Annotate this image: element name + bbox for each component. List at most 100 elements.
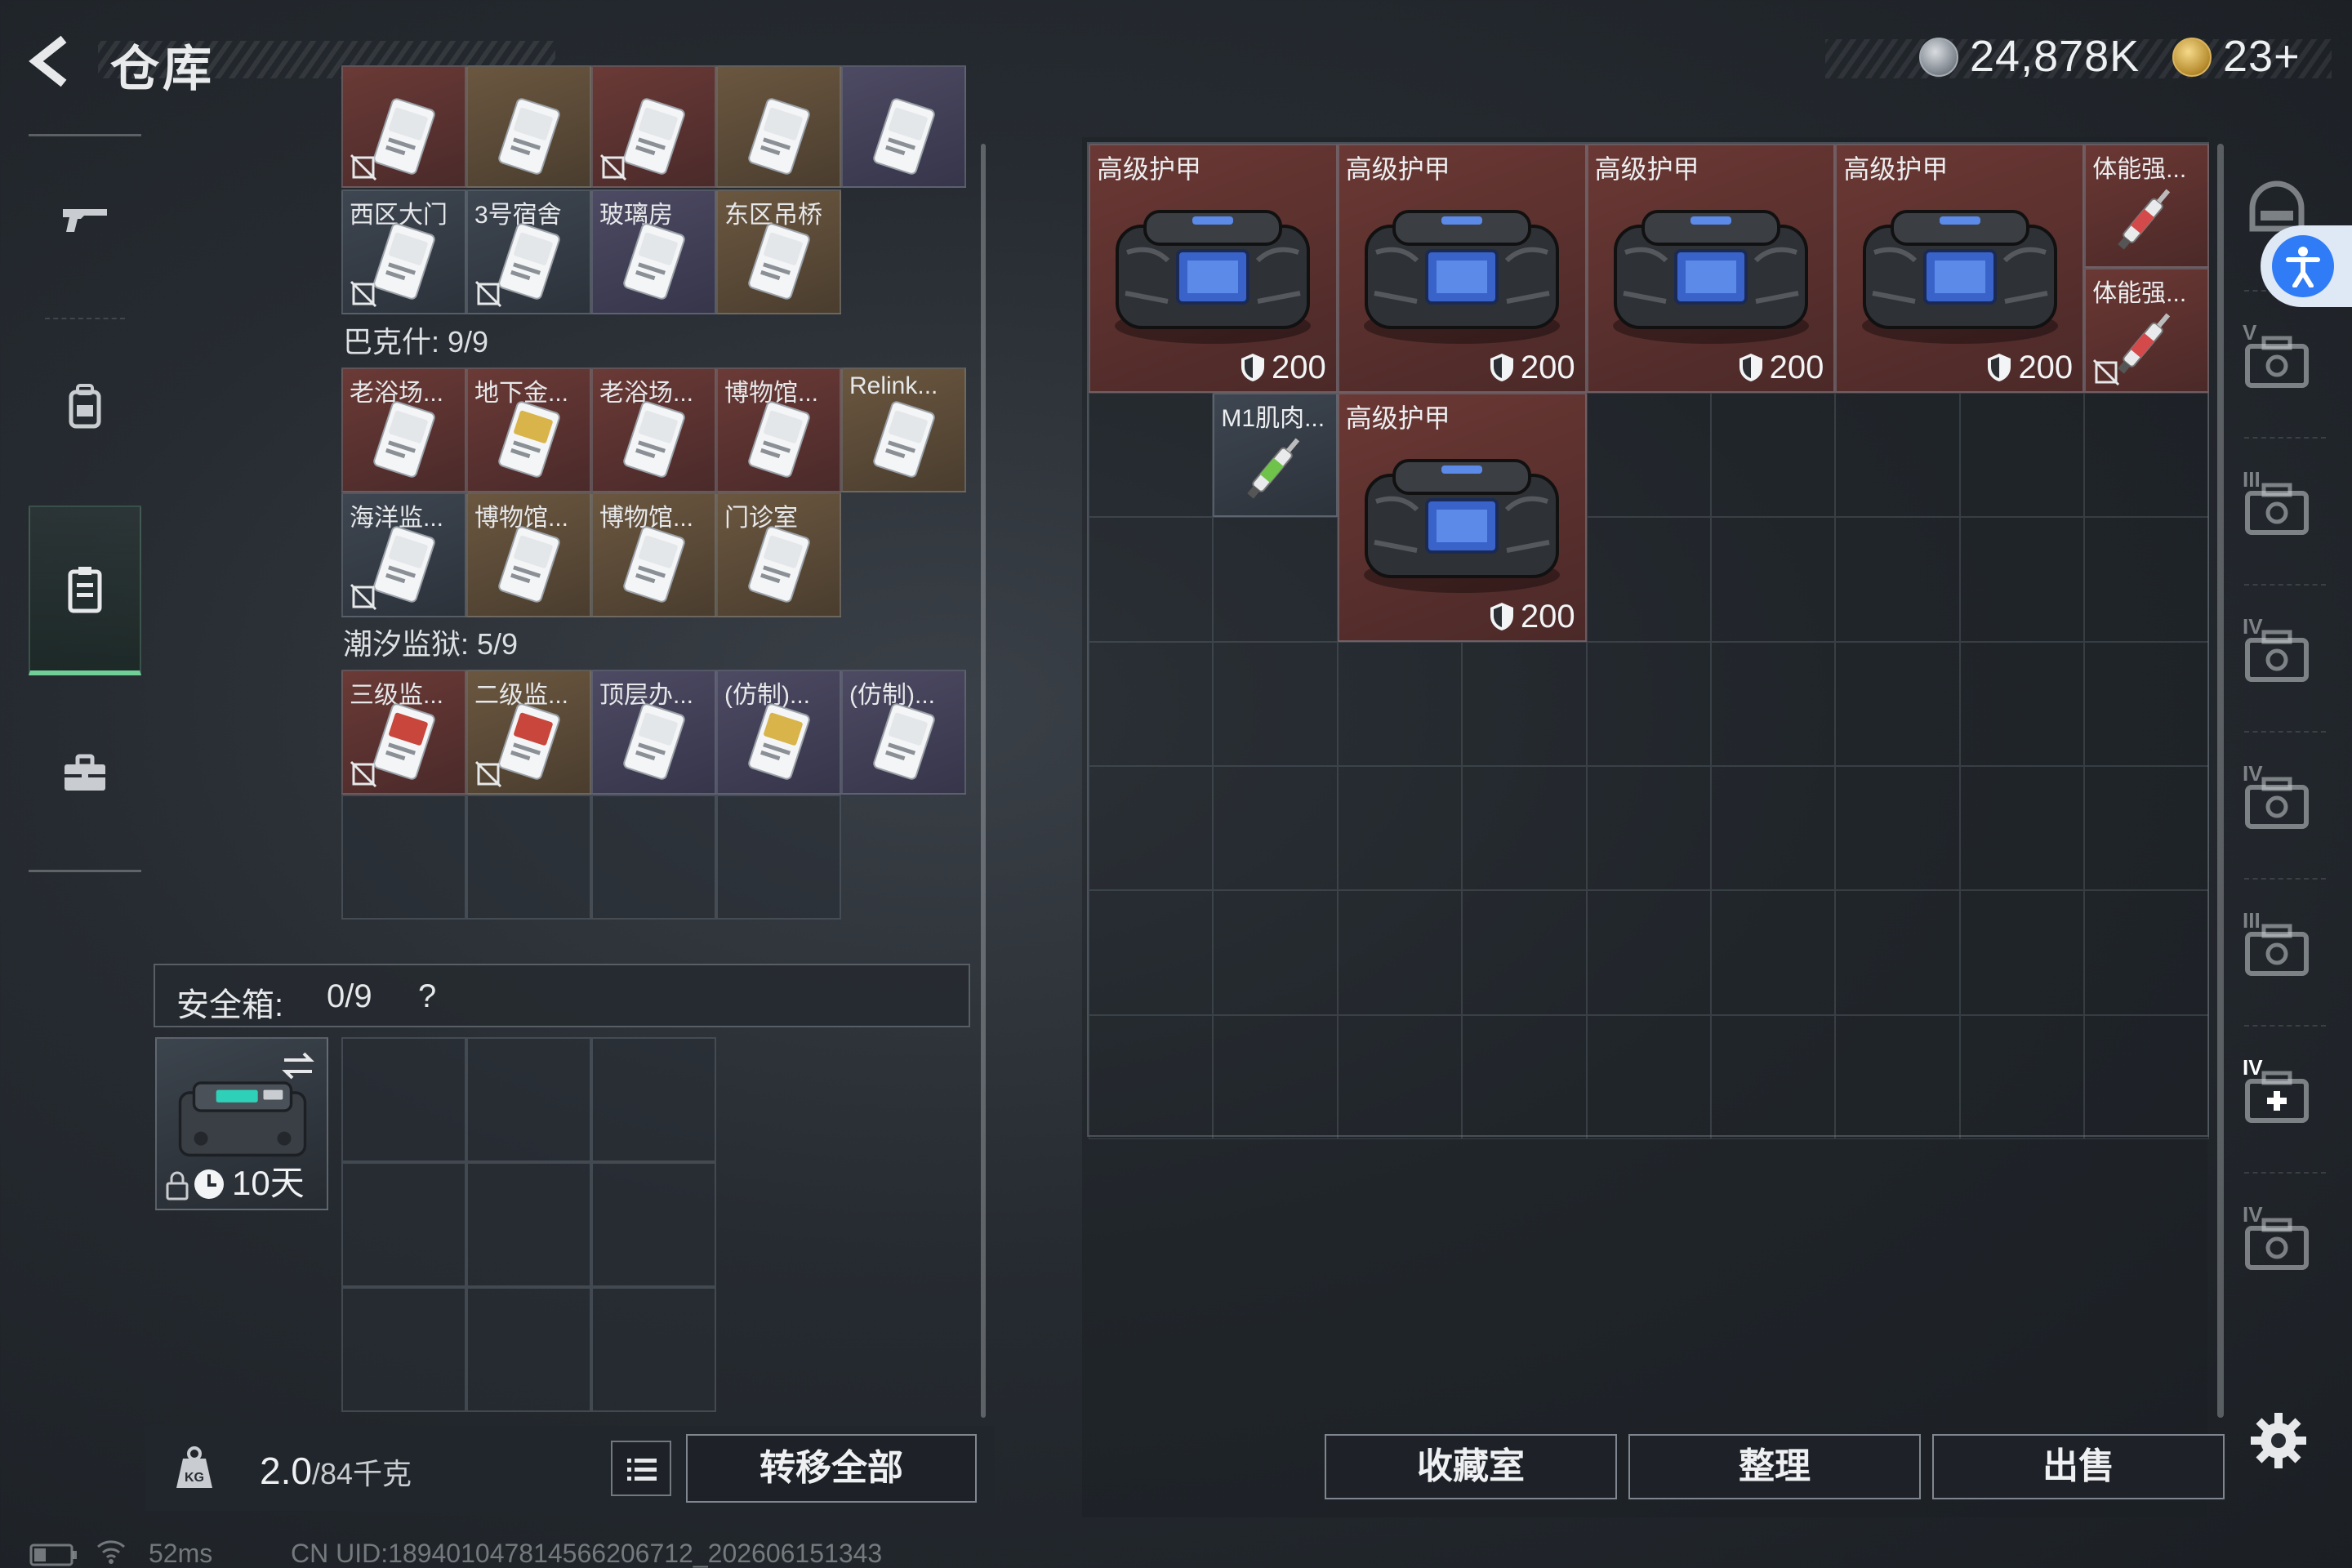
inventory-slot[interactable] [1089,517,1214,642]
inventory-slot[interactable] [1337,1014,1463,1140]
container-rail-item[interactable]: IV [2236,1200,2318,1290]
nav-item-tools[interactable] [29,692,141,855]
inventory-slot[interactable] [1586,392,1711,518]
accessibility-button[interactable] [2261,225,2352,307]
inventory-slot[interactable] [1089,392,1214,518]
armor-item[interactable]: 高级护甲 200 [1337,392,1587,642]
empty-slot[interactable] [341,1162,466,1287]
inventory-slot[interactable] [1586,1014,1711,1140]
inventory-slot[interactable] [2084,890,2209,1015]
empty-slot[interactable] [341,795,466,920]
inventory-slot[interactable] [1586,890,1711,1015]
gold-currency-amount[interactable]: 23+ [2223,31,2301,82]
keycard-item[interactable]: 老浴场... [341,368,466,492]
armor-item[interactable]: 高级护甲 200 [1089,144,1338,393]
keycard-item[interactable]: 3号宿舍 [466,189,591,314]
inventory-slot[interactable] [1586,641,1711,766]
inventory-slot[interactable] [1835,890,1960,1015]
consumable-item[interactable]: 体能强... [2084,144,2209,269]
inventory-slot[interactable] [2084,517,2209,642]
keycard-item[interactable] [466,65,591,188]
inventory-slot[interactable] [1089,1014,1214,1140]
keycard-item[interactable] [716,65,841,188]
inventory-slot[interactable] [1213,890,1338,1015]
keycard-item[interactable]: (仿制)... [841,670,966,795]
inventory-scrollbar[interactable] [2217,144,2224,1418]
inventory-slot[interactable] [1089,641,1214,766]
keycard-item[interactable]: 老浴场... [591,368,716,492]
inventory-slot[interactable] [1213,766,1338,891]
armor-item[interactable]: 高级护甲 200 [1337,144,1587,393]
inventory-slot[interactable] [2084,641,2209,766]
safe-box-item[interactable]: 10天 [155,1037,328,1210]
empty-slot[interactable] [466,1287,591,1412]
inventory-slot[interactable] [1213,641,1338,766]
empty-slot[interactable] [466,1162,591,1287]
inventory-slot[interactable] [1337,766,1463,891]
empty-slot[interactable] [466,795,591,920]
inventory-slot[interactable] [1337,641,1463,766]
armor-item[interactable]: 高级护甲 200 [1835,144,2085,393]
keycard-item[interactable]: 博物馆... [716,368,841,492]
inventory-slot[interactable] [2084,766,2209,891]
inventory-slot[interactable] [1089,890,1214,1015]
keycard-item[interactable]: 三级监... [341,670,466,795]
list-view-button[interactable] [611,1441,671,1496]
consumable-item[interactable]: M1肌肉... [1213,392,1338,518]
inventory-slot[interactable] [1959,517,2085,642]
inventory-slot[interactable] [1959,1014,2085,1140]
inventory-slot[interactable] [1835,517,1960,642]
container-rail-item[interactable]: IV [2236,760,2318,849]
inventory-slot[interactable] [2084,1014,2209,1140]
storage-scrollbar[interactable] [981,144,986,1418]
inventory-slot[interactable] [1462,890,1587,1015]
keycard-item[interactable]: (仿制)... [716,670,841,795]
empty-slot[interactable] [716,795,841,920]
inventory-slot[interactable] [1711,890,1836,1015]
armor-item[interactable]: 高级护甲 200 [1586,144,1836,393]
empty-slot[interactable] [341,1037,466,1162]
inventory-slot[interactable] [1337,890,1463,1015]
organize-button[interactable]: 整理 [1628,1434,1921,1499]
inventory-slot[interactable] [1711,641,1836,766]
keycard-item[interactable] [591,65,716,188]
container-rail-item[interactable]: IV [2236,1054,2318,1143]
empty-slot[interactable] [591,795,716,920]
container-rail-item[interactable]: III [2236,466,2318,555]
consumable-item[interactable]: 体能强... [2084,268,2209,393]
empty-slot[interactable] [591,1287,716,1412]
nav-item-keycards[interactable] [29,506,141,675]
empty-slot[interactable] [591,1037,716,1162]
inventory-slot[interactable] [1462,766,1587,891]
inventory-slot[interactable] [1959,641,2085,766]
container-rail-item[interactable]: III [2236,906,2318,996]
keycard-item[interactable] [841,65,966,188]
nav-item-equipment[interactable] [29,324,141,488]
container-rail-item[interactable]: IV [2236,612,2318,702]
keycard-item[interactable]: 西区大门 [341,189,466,314]
safe-box-help-button[interactable]: ? [418,978,436,1015]
inventory-slot[interactable] [1959,766,2085,891]
keycard-item[interactable]: 东区吊桥 [716,189,841,314]
keycard-item[interactable]: 博物馆... [591,492,716,617]
inventory-slot[interactable] [1586,766,1711,891]
empty-slot[interactable] [591,1162,716,1287]
inventory-slot[interactable] [1213,517,1338,642]
transfer-all-button[interactable]: 转移全部 [686,1434,977,1503]
inventory-slot[interactable] [1586,517,1711,642]
inventory-slot[interactable] [1711,392,1836,518]
keycard-item[interactable]: 地下金... [466,368,591,492]
swap-icon[interactable] [279,1047,317,1085]
container-rail-item[interactable]: V [2236,318,2318,408]
sell-button[interactable]: 出售 [1932,1434,2225,1499]
empty-slot[interactable] [466,1037,591,1162]
keycard-item[interactable]: 博物馆... [466,492,591,617]
collection-room-button[interactable]: 收藏室 [1325,1434,1617,1499]
inventory-slot[interactable] [1959,392,2085,518]
inventory-slot[interactable] [1835,766,1960,891]
inventory-slot[interactable] [1213,1014,1338,1140]
keycard-item[interactable]: 玻璃房 [591,189,716,314]
inventory-slot[interactable] [1462,641,1587,766]
inventory-slot[interactable] [1089,766,1214,891]
inventory-slot[interactable] [1711,1014,1836,1140]
